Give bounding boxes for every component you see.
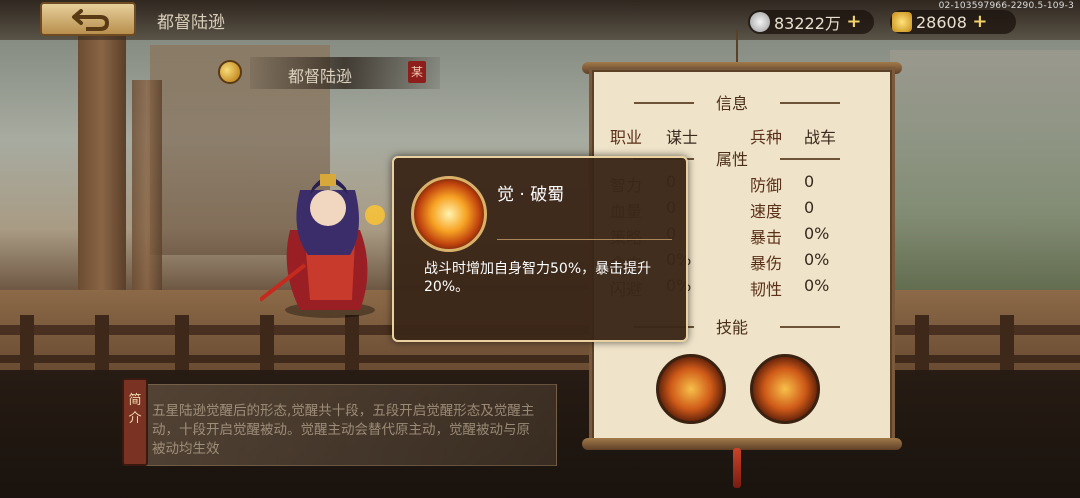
silver-amount: 83222万 [774, 14, 841, 33]
attr-label: 暴击 [750, 228, 783, 247]
troop-label: 兵种 [750, 128, 783, 147]
skill-tooltip: 觉 · 破蜀 战斗时增加自身智力50%，暴击提升20%。 [392, 156, 688, 342]
tooltip-divider [497, 239, 672, 240]
hero-seal-icon: 某 [408, 61, 426, 83]
background-pillar [78, 35, 126, 305]
add-gold-button[interactable]: + [971, 13, 989, 31]
background-scenery-right [890, 50, 1080, 310]
page-title: 都督陆逊 [157, 13, 225, 33]
add-silver-button[interactable]: + [845, 13, 863, 31]
railing-post [95, 315, 109, 375]
background-pillar [132, 80, 162, 310]
scroll-rod-bottom [582, 438, 902, 450]
railing-post [260, 315, 274, 375]
silver-coin-icon [750, 12, 770, 32]
attr-heading: 属性 [716, 150, 749, 169]
silver-currency: 83222万 + [748, 10, 874, 34]
hero-name-plate: 都督陆逊 某 [250, 57, 440, 89]
attr-value: 0% [804, 250, 830, 269]
railing-post [20, 315, 34, 375]
divider [780, 158, 840, 160]
attr-label: 韧性 [750, 280, 783, 299]
attr-value: 0 [804, 198, 815, 217]
attr-value: 0% [804, 276, 830, 295]
gold-ingot-icon [892, 12, 912, 32]
attr-value: 0 [804, 172, 815, 191]
skill-awaken-icon [411, 176, 487, 252]
scroll-tassel [733, 448, 741, 488]
divider [780, 102, 840, 104]
hero-sprite [260, 174, 385, 318]
build-info: 02-103597966-2290.5-109-3 [938, 1, 1074, 11]
back-button[interactable] [40, 2, 136, 36]
attr-value: 0% [804, 224, 830, 243]
railing-post [915, 315, 929, 375]
attr-label: 速度 [750, 202, 783, 221]
attr-label: 暴伤 [750, 254, 783, 273]
divider [634, 102, 694, 104]
skill-heading: 技能 [716, 318, 749, 337]
info-heading: 信息 [716, 94, 749, 113]
tooltip-title: 觉 · 破蜀 [497, 185, 565, 205]
bio-text: 五星陆逊觉醒后的形态,觉醒共十段，五段开启觉醒形态及觉醒主动，十段开启觉醒被动。… [152, 403, 535, 457]
railing-post [1000, 315, 1014, 375]
railing-post [345, 315, 359, 375]
job-value: 谋士 [666, 128, 699, 147]
skill-slot-1-icon[interactable] [656, 354, 726, 424]
troop-value: 战车 [804, 128, 837, 147]
faction-emblem-icon [218, 60, 242, 84]
gold-currency: 28608 + [890, 10, 1016, 34]
divider [780, 326, 840, 328]
tooltip-description: 战斗时增加自身智力50%，暴击提升20%。 [424, 261, 652, 295]
back-arrow-icon [72, 9, 110, 31]
hero-name: 都督陆逊 [288, 67, 353, 86]
bio-tag: 简介 [122, 378, 148, 466]
skill-slot-2-icon[interactable] [750, 354, 820, 424]
top-bar: 都督陆逊 83222万 + 28608 + 02-103597966-2290.… [0, 0, 1080, 40]
gold-amount: 28608 [916, 12, 967, 32]
railing-post [175, 315, 189, 375]
job-label: 职业 [610, 128, 643, 147]
attr-label: 防御 [750, 176, 783, 195]
